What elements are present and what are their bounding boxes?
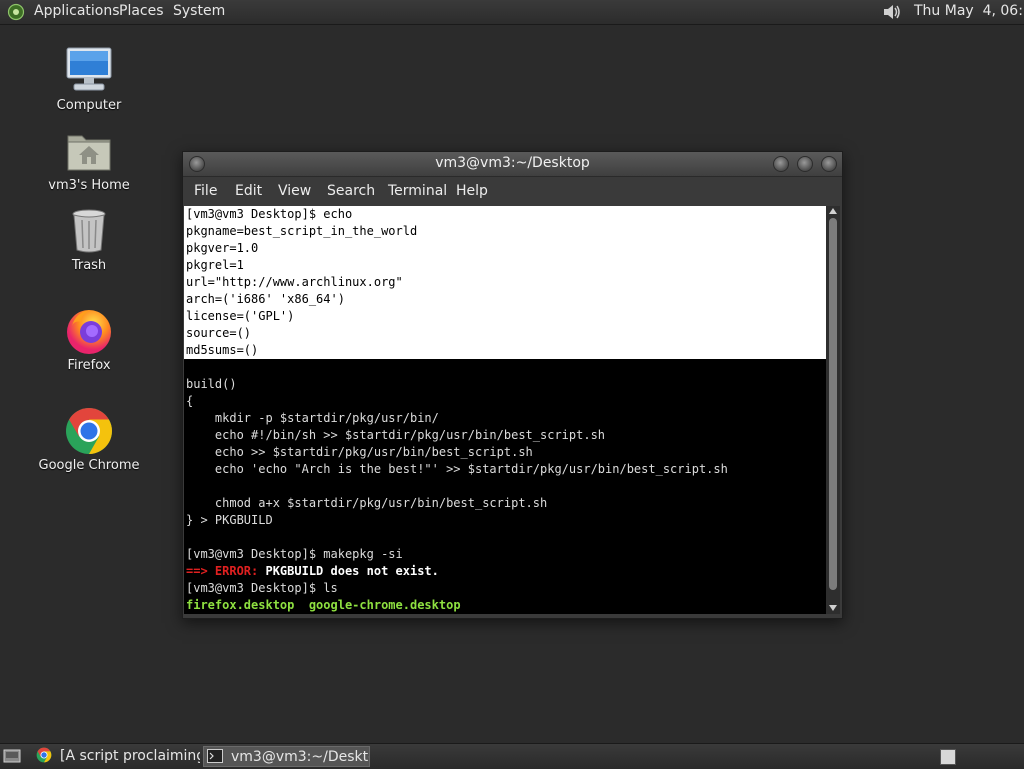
terminal-line: chmod a+x $startdir/pkg/usr/bin/best_scr… xyxy=(186,496,548,510)
menu-edit[interactable]: Edit xyxy=(235,183,262,199)
terminal-line: echo 'echo "Arch is the best!"' >> $star… xyxy=(186,462,728,476)
terminal-line: echo #!/bin/sh >> $startdir/pkg/usr/bin/… xyxy=(186,428,606,442)
menu-search[interactable]: Search xyxy=(327,183,375,199)
terminal-error-line: ==> ERROR: PKGBUILD does not exist. xyxy=(186,563,439,580)
minimize-button[interactable] xyxy=(773,156,789,172)
desktop-icon-label: vm3's Home xyxy=(48,178,130,193)
bottom-panel: [A script proclaiming... vm3@vm3:~/Deskt… xyxy=(0,743,1024,769)
terminal-line: url="http://www.archlinux.org" xyxy=(186,275,403,289)
terminal-line: [vm3@vm3 Desktop]$ makepkg -si xyxy=(186,547,403,561)
terminal-window[interactable]: vm3@vm3:~/Desktop File Edit View Search … xyxy=(182,151,843,619)
menu-help[interactable]: Help xyxy=(456,183,488,199)
ls-file-entry: firefox.desktop xyxy=(186,598,309,612)
clock[interactable]: Thu May 4, 06:10 xyxy=(914,0,1024,22)
desktop-icon-computer[interactable]: Computer xyxy=(34,46,144,113)
terminal-output[interactable]: [vm3@vm3 Desktop]$ echo pkgname=best_scri… xyxy=(184,206,826,614)
terminal-line: [vm3@vm3 Desktop]$ echo xyxy=(186,207,353,221)
desktop-icon-label: Trash xyxy=(71,258,107,273)
terminal-line: pkgver=1.0 xyxy=(186,241,259,255)
scroll-down-arrow-icon[interactable] xyxy=(829,605,837,611)
desktop-icon-trash[interactable]: Trash xyxy=(34,206,144,273)
taskbar-item-label: vm3@vm3:~/Desktop xyxy=(231,749,369,765)
terminal-line: arch=('i686' 'x86_64') xyxy=(186,292,345,306)
terminal-menubar: File Edit View Search Terminal Help xyxy=(183,177,842,223)
terminal-line: pkgname=best_script_in_the_world xyxy=(186,224,418,238)
menu-terminal[interactable]: Terminal xyxy=(388,183,447,199)
desktop-icon-label: Firefox xyxy=(67,358,111,373)
terminal-line: md5sums=() xyxy=(186,343,259,357)
error-label: ERROR: xyxy=(214,564,266,578)
window-title: vm3@vm3:~/Desktop xyxy=(435,155,590,171)
desktop-icon-google-chrome[interactable]: Google Chrome xyxy=(34,406,144,473)
taskbar-item-terminal[interactable]: vm3@vm3:~/Desktop xyxy=(203,746,370,767)
places-menu[interactable]: Places xyxy=(119,0,164,24)
scroll-up-arrow-icon[interactable] xyxy=(829,208,837,214)
volume-icon[interactable] xyxy=(882,3,902,21)
home-folder-icon xyxy=(67,135,111,171)
terminal-line: source=() xyxy=(186,326,252,340)
error-arrow: ==> xyxy=(186,564,215,578)
taskbar-item-label: [A script proclaiming... xyxy=(60,748,200,764)
desktop-icon-firefox[interactable]: Firefox xyxy=(34,306,144,373)
system-menu[interactable]: System xyxy=(173,0,225,24)
ls-file-entry: google-chrome.desktop xyxy=(308,598,461,612)
top-panel: Applications Places System Thu May 4, 06… xyxy=(0,0,1024,25)
terminal-line: } > PKGBUILD xyxy=(186,513,273,527)
maximize-button[interactable] xyxy=(797,156,813,172)
trash-icon xyxy=(72,209,106,253)
terminal-line: license=('GPL') xyxy=(186,309,295,323)
computer-icon xyxy=(66,47,112,91)
google-chrome-icon xyxy=(36,747,52,763)
desktop-icon-label: Computer xyxy=(56,98,122,113)
menu-file[interactable]: File xyxy=(194,183,217,199)
firefox-icon xyxy=(67,310,111,354)
terminal-line: mkdir -p $startdir/pkg/usr/bin/ xyxy=(186,411,439,425)
terminal-line: build() xyxy=(186,377,237,391)
desktop-icon-home[interactable]: vm3's Home xyxy=(34,126,144,193)
applications-menu[interactable]: Applications xyxy=(34,0,120,24)
terminal-line: echo >> $startdir/pkg/usr/bin/best_scrip… xyxy=(186,445,533,459)
terminal-line: pkgrel=1 xyxy=(186,258,244,272)
apps-menu-icon[interactable] xyxy=(7,3,25,21)
terminal-line: { xyxy=(186,394,194,408)
close-button[interactable] xyxy=(821,156,837,172)
error-message: PKGBUILD does not exist. xyxy=(265,564,439,578)
window-titlebar[interactable]: vm3@vm3:~/Desktop xyxy=(183,152,842,177)
scrollbar-thumb[interactable] xyxy=(829,218,837,590)
desktop-icon-label: Google Chrome xyxy=(38,458,140,473)
menu-view[interactable]: View xyxy=(278,183,311,199)
google-chrome-icon xyxy=(66,408,112,454)
terminal-icon xyxy=(207,749,223,763)
taskbar-item-chrome[interactable]: [A script proclaiming... xyxy=(36,746,200,767)
workspace-switcher[interactable] xyxy=(940,749,956,765)
scrollbar[interactable] xyxy=(826,206,840,614)
show-desktop-icon[interactable] xyxy=(3,749,21,763)
terminal-line: [vm3@vm3 Desktop]$ ls xyxy=(186,581,338,595)
ls-output-line: firefox.desktop google-chrome.desktop xyxy=(186,597,461,614)
